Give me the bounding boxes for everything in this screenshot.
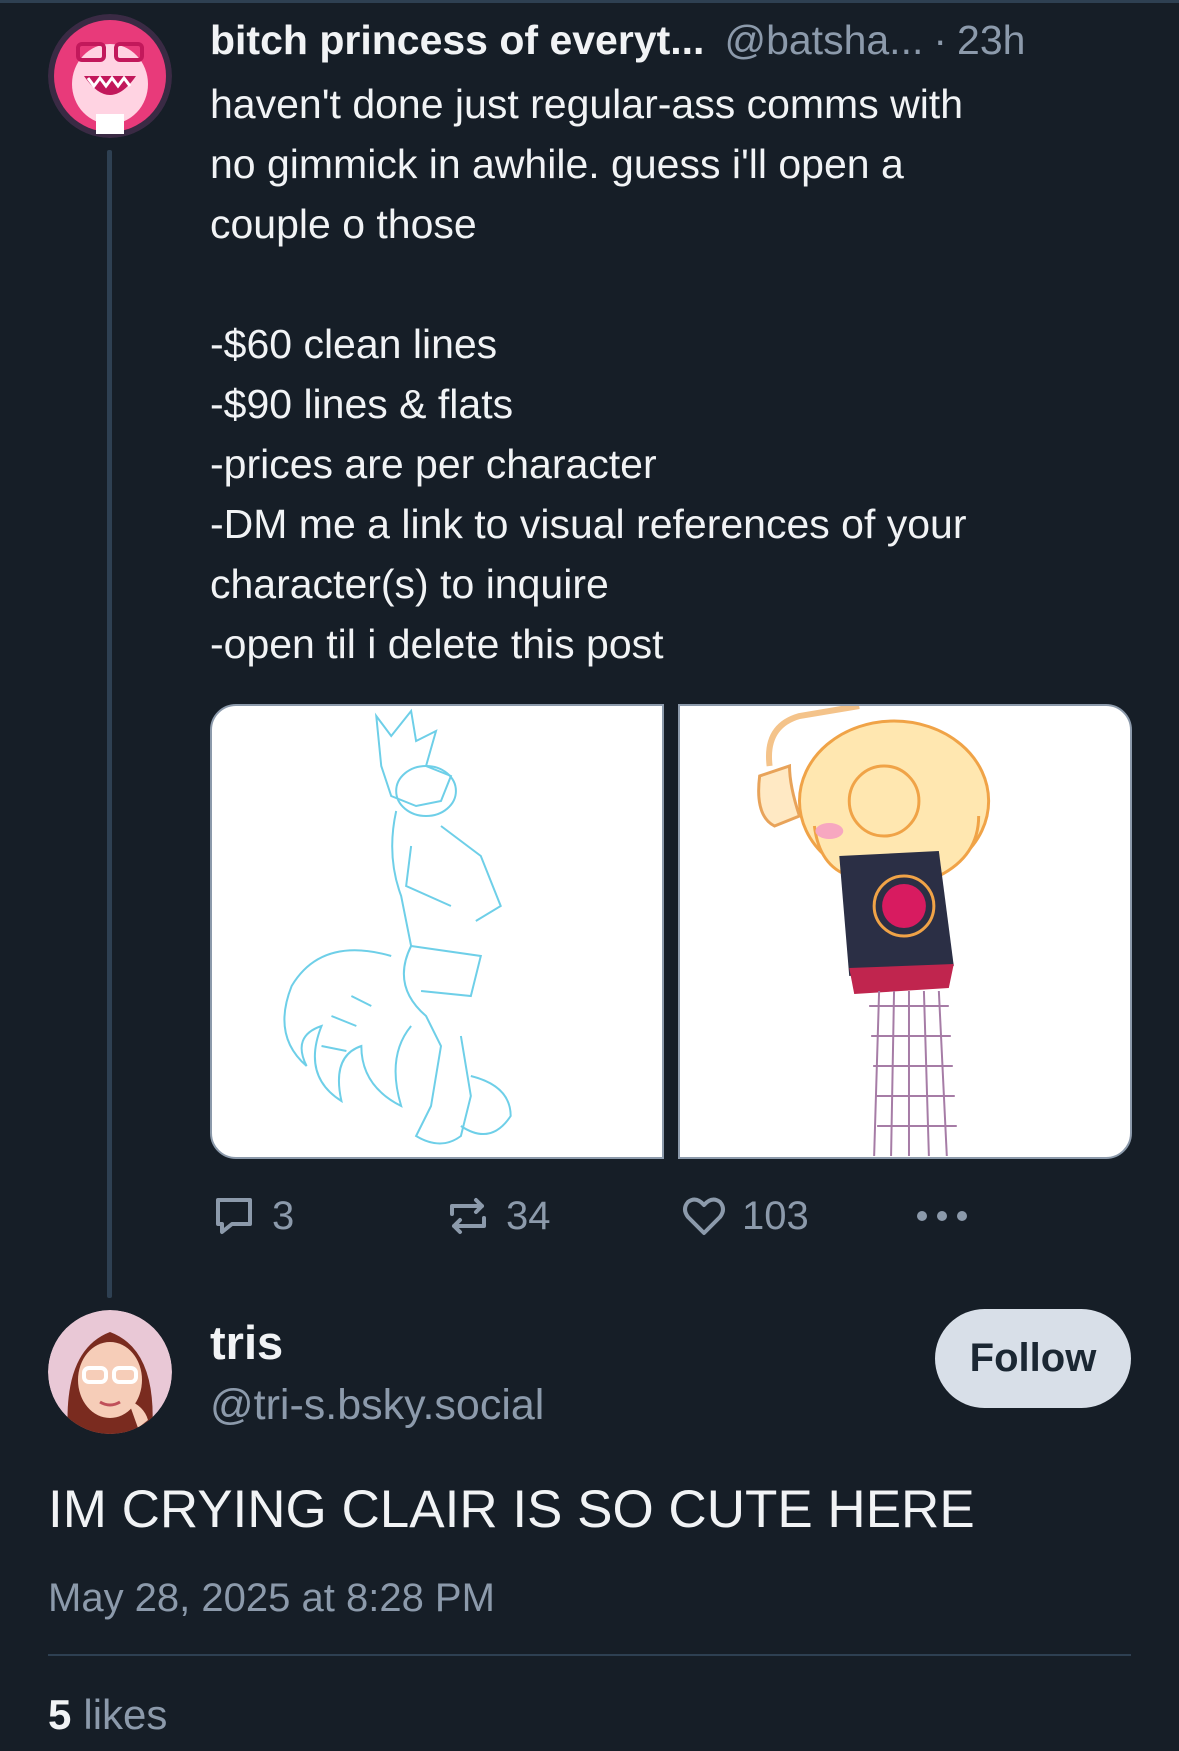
- parent-display-name[interactable]: bitch princess of everyt...: [210, 12, 704, 68]
- stats-divider: [48, 1654, 1131, 1656]
- header-separator: ·: [933, 17, 948, 63]
- reply-display-name[interactable]: tris: [210, 1313, 283, 1373]
- reply-count: 3: [272, 1193, 295, 1238]
- reply-post-text: IM CRYING CLAIR IS SO CUTE HERE: [48, 1480, 975, 1539]
- follow-button[interactable]: Follow: [935, 1309, 1131, 1408]
- post-text-line: haven't done just regular-ass comms with: [210, 81, 963, 127]
- media-image-1[interactable]: [210, 704, 664, 1159]
- like-count: 103: [742, 1193, 809, 1238]
- thread-connector-line: [107, 150, 112, 1298]
- more-options-button[interactable]: [914, 1186, 984, 1246]
- flat-color-character-image: [757, 706, 991, 1157]
- reply-author-avatar[interactable]: [48, 1310, 172, 1434]
- post-text-line: no gimmick in awhile. guess i'll open a: [210, 141, 904, 187]
- parent-post-text: haven't done just regular-ass comms with…: [210, 74, 1130, 674]
- post-timestamp[interactable]: 23h: [957, 12, 1025, 68]
- avatar-girl-glasses-icon: [48, 1310, 172, 1434]
- likes-count: 5: [48, 1691, 72, 1738]
- ellipsis-icon: [917, 1211, 967, 1221]
- parent-author-avatar[interactable]: [48, 14, 172, 138]
- post-text-line: [210, 254, 1130, 314]
- reply-action[interactable]: 3: [210, 1186, 294, 1246]
- post-text-line: -$60 clean lines: [210, 321, 498, 367]
- post-text-line: -$90 lines & flats: [210, 381, 514, 427]
- avatar-pink-character-icon: [48, 14, 172, 138]
- post-text-line: couple o those: [210, 201, 477, 247]
- likes-summary[interactable]: 5 likes: [48, 1687, 167, 1743]
- repost-action[interactable]: 34: [444, 1186, 551, 1246]
- post-text-line: -prices are per character: [210, 441, 657, 487]
- likes-label: likes: [83, 1691, 168, 1738]
- post-media-grid: [210, 704, 1132, 1159]
- reply-handle[interactable]: @tri-s.bsky.social: [210, 1375, 544, 1435]
- post-thread-screen: bitch princess of everyt... @batsha... ·…: [0, 0, 1179, 1751]
- like-action[interactable]: 103: [680, 1186, 809, 1246]
- post-text-line: -open til i delete this post: [210, 621, 664, 667]
- parent-handle[interactable]: @batsha...: [724, 12, 923, 68]
- post-text-line: -DM me a link to visual references of yo…: [210, 501, 967, 547]
- repost-arrows-icon: [450, 1198, 486, 1234]
- post-text-line: character(s) to inquire: [210, 561, 609, 607]
- media-image-2[interactable]: [678, 704, 1132, 1159]
- lineart-fox-character-image: [283, 708, 512, 1145]
- reply-post-date: May 28, 2025 at 8:28 PM: [48, 1576, 495, 1620]
- repost-count: 34: [506, 1193, 551, 1238]
- top-divider: [0, 0, 1179, 3]
- heart-icon: [683, 1197, 725, 1235]
- post-action-bar: 3 34 103: [210, 1186, 1130, 1246]
- parent-post-header: bitch princess of everyt... @batsha... ·…: [210, 12, 1130, 68]
- reply-bubble-icon: [216, 1198, 252, 1234]
